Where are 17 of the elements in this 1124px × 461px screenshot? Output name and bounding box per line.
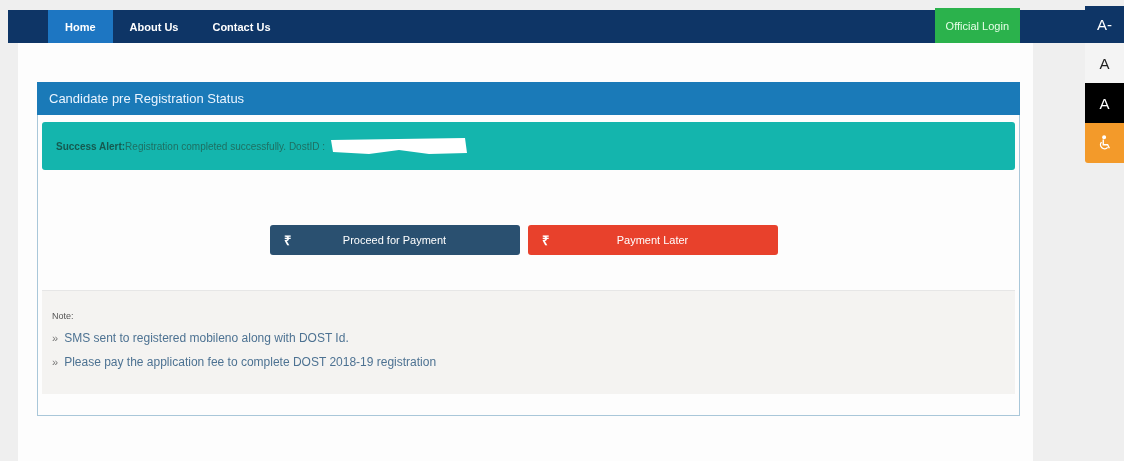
bullet-icon: » xyxy=(52,356,59,368)
bullet-icon: » xyxy=(52,332,59,344)
font-size-button[interactable]: A- xyxy=(1085,6,1124,43)
nav-tab[interactable]: About Us xyxy=(112,10,196,43)
note-text: SMS sent to registered mobileno along with DOST Id. xyxy=(64,331,349,345)
note-text: Please pay the application fee to complete DOST 2018-19 registration xyxy=(64,355,437,369)
font-size-button[interactable]: A xyxy=(1085,43,1124,83)
accessibility-button[interactable] xyxy=(1085,123,1124,163)
nav-tab[interactable]: Home xyxy=(48,10,113,43)
panel-title: Candidate pre Registration Status xyxy=(37,82,1020,115)
payment-button[interactable]: ₹ Proceed for Payment xyxy=(269,225,520,255)
note-title: Note: xyxy=(52,311,75,321)
font-size-button[interactable]: A xyxy=(1085,83,1124,123)
alert-message: Success Alert:Registration completed successfully. DostID : xyxy=(56,140,325,152)
wheelchair-icon xyxy=(1097,135,1112,151)
payment-button[interactable]: ₹ Payment Later xyxy=(527,225,778,255)
nav-tab[interactable]: Contact Us xyxy=(195,10,288,43)
